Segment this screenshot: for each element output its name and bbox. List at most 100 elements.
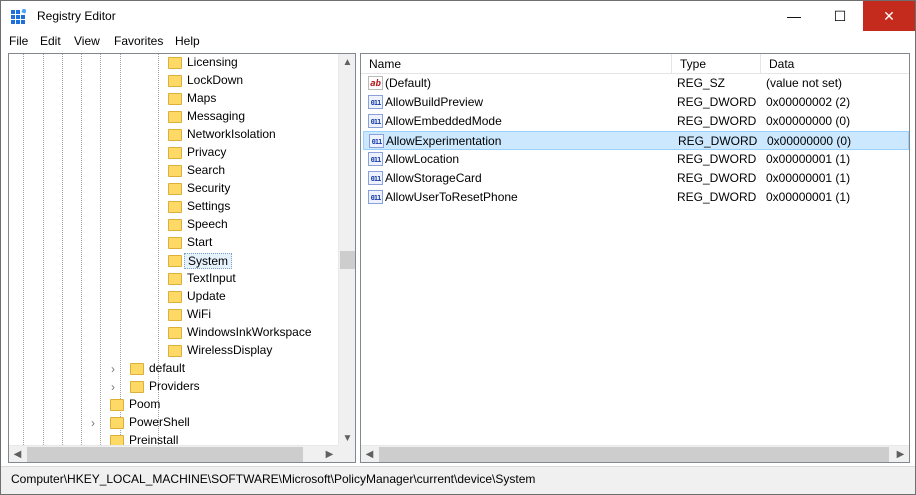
tree-horizontal-scroll-thumb[interactable] (27, 447, 303, 462)
menu-favorites[interactable]: Favorites (114, 34, 163, 48)
value-data: 0x00000002 (2) (766, 95, 851, 109)
tree-item[interactable]: Update (9, 288, 355, 306)
value-type: REG_DWORD (677, 190, 757, 204)
scroll-left-icon[interactable]: ◀ (361, 446, 378, 462)
value-type: REG_SZ (677, 76, 726, 90)
column-header-data[interactable]: Data (761, 54, 909, 74)
tree-item[interactable]: WindowsInkWorkspace (9, 324, 355, 342)
tree-item-label: Start (187, 235, 213, 249)
values-horizontal-scrollbar[interactable]: ◀ ▶ (361, 445, 909, 462)
registry-editor-window: Registry Editor — ☐ ✕ File Edit View Fav… (0, 0, 916, 495)
menu-file[interactable]: File (9, 34, 28, 48)
tree-horizontal-scrollbar[interactable]: ◀ ▶ (9, 445, 338, 462)
value-type: REG_DWORD (677, 152, 757, 166)
tree-item[interactable]: Start (9, 234, 355, 252)
folder-icon (130, 363, 144, 375)
value-type: REG_DWORD (678, 134, 758, 148)
tree-item-label: default (149, 361, 186, 375)
value-row[interactable]: 011 AllowEmbeddedMode REG_DWORD 0x00000000 … (363, 112, 909, 131)
tree-item[interactable]: Licensing (9, 54, 355, 72)
dword-value-icon: 011 (368, 152, 383, 166)
scroll-up-icon[interactable]: ▲ (339, 54, 355, 71)
tree-item-label: Licensing (187, 55, 238, 69)
tree-item[interactable]: NetworkIsolation (9, 126, 355, 144)
tree-item[interactable]: › PowerShell (9, 414, 355, 432)
folder-icon (168, 291, 182, 303)
close-button[interactable]: ✕ (863, 1, 915, 31)
value-row[interactable]: 011 AllowExperimentation REG_DWORD 0x000000… (363, 131, 909, 150)
value-name: AllowStorageCard (385, 171, 482, 185)
tree-item[interactable]: WirelessDisplay (9, 342, 355, 360)
chevron-right-icon[interactable]: › (91, 416, 95, 430)
status-bar: Computer\HKEY_LOCAL_MACHINE\SOFTWARE\Mic… (1, 466, 915, 494)
folder-icon (168, 255, 182, 267)
value-row[interactable]: 011 AllowUserToResetPhone REG_DWORD 0x00000… (363, 188, 909, 207)
values-horizontal-scroll-thumb[interactable] (379, 447, 889, 462)
tree-item[interactable]: › Providers (9, 378, 355, 396)
scroll-right-icon[interactable]: ▶ (892, 446, 909, 462)
value-row[interactable]: ab (Default) REG_SZ (value not set) (363, 74, 909, 93)
value-data: 0x00000001 (1) (766, 171, 851, 185)
address-path[interactable]: Computer\HKEY_LOCAL_MACHINE\SOFTWARE\Mic… (11, 472, 535, 486)
tree-item[interactable]: Search (9, 162, 355, 180)
tree-item[interactable]: Speech (9, 216, 355, 234)
maximize-button[interactable]: ☐ (817, 1, 863, 31)
chevron-right-icon[interactable]: › (111, 362, 115, 376)
tree-vertical-scrollbar[interactable]: ▲ ▼ (338, 54, 355, 447)
tree-item[interactable]: Settings (9, 198, 355, 216)
tree-item-label: WindowsInkWorkspace (187, 325, 312, 339)
tree-item[interactable]: LockDown (9, 72, 355, 90)
tree-item-label: Settings (187, 199, 231, 213)
window-title: Registry Editor (37, 9, 116, 23)
minimize-button[interactable]: — (771, 1, 817, 31)
value-row[interactable]: 011 AllowBuildPreview REG_DWORD 0x00000002 … (363, 93, 909, 112)
tree-item-label: WiFi (187, 307, 211, 321)
value-type: REG_DWORD (677, 114, 757, 128)
tree-item[interactable]: WiFi (9, 306, 355, 324)
tree-item-label: Speech (187, 217, 228, 231)
tree-item-label: System (184, 253, 233, 269)
value-row[interactable]: 011 AllowLocation REG_DWORD 0x00000001 (1) (363, 150, 909, 169)
folder-icon (168, 327, 182, 339)
key-tree-pane[interactable]: Licensing LockDown Maps Messaging NetworkIso… (8, 53, 356, 463)
value-data: 0x00000000 (0) (766, 114, 851, 128)
value-name: AllowBuildPreview (385, 95, 484, 109)
tree-item-label: Update (187, 289, 226, 303)
folder-icon (168, 237, 182, 249)
value-name: AllowUserToResetPhone (385, 190, 518, 204)
values-pane[interactable]: Name Type Data ab (Default) REG_SZ (value n… (360, 53, 910, 463)
registry-editor-icon (11, 9, 26, 24)
column-header-type[interactable]: Type (672, 54, 761, 74)
chevron-right-icon[interactable]: › (111, 380, 115, 394)
menu-help[interactable]: Help (175, 34, 200, 48)
folder-icon (110, 417, 124, 429)
tree-item[interactable]: Messaging (9, 108, 355, 126)
tree-vertical-scroll-thumb[interactable] (340, 251, 355, 269)
menu-view[interactable]: View (74, 34, 100, 48)
menu-edit[interactable]: Edit (40, 34, 61, 48)
tree-item[interactable]: › default (9, 360, 355, 378)
maximize-icon: ☐ (833, 7, 847, 24)
folder-icon (168, 129, 182, 141)
tree-item-label: LockDown (187, 73, 244, 87)
tree-item[interactable]: System (9, 252, 355, 270)
column-header-name[interactable]: Name (361, 54, 672, 74)
folder-icon (168, 75, 182, 87)
tree-item-label: Messaging (187, 109, 246, 123)
value-name: AllowExperimentation (386, 134, 502, 148)
tree-item-label: WirelessDisplay (187, 343, 273, 357)
title-bar[interactable]: Registry Editor — ☐ ✕ (1, 1, 915, 31)
tree-item[interactable]: Poom (9, 396, 355, 414)
tree-item[interactable]: TextInput (9, 270, 355, 288)
tree-item[interactable]: Maps (9, 90, 355, 108)
tree-item[interactable]: Security (9, 180, 355, 198)
folder-icon (168, 147, 182, 159)
tree-item[interactable]: Privacy (9, 144, 355, 162)
scroll-left-icon[interactable]: ◀ (9, 446, 26, 462)
scroll-right-icon[interactable]: ▶ (321, 446, 338, 462)
folder-icon (130, 381, 144, 393)
value-row[interactable]: 011 AllowStorageCard REG_DWORD 0x00000001 (… (363, 169, 909, 188)
value-data: 0x00000000 (0) (767, 134, 852, 148)
value-name: (Default) (385, 76, 432, 90)
dword-value-icon: 011 (368, 171, 383, 185)
